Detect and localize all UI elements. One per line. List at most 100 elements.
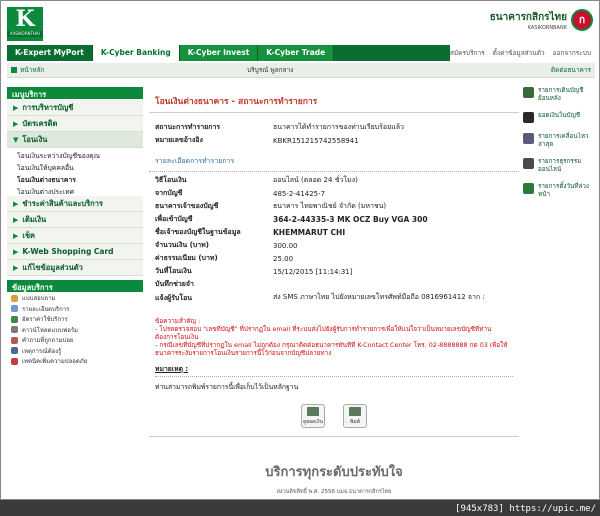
sidebar-item-label: K-Web Shopping Card <box>22 247 114 256</box>
sidebar-item-0[interactable]: ▶ การบริหารบัญชี <box>7 100 143 116</box>
bank-brand: ธนาคารกสิกรไทย KASIKORNBANK ก <box>490 9 593 31</box>
row-label: สถานะการทำรายการ <box>155 123 221 131</box>
sub-bar: หน้าหลัก บริบูรณ์ พูลกลาง ติดต่อธนาคาร <box>7 63 595 78</box>
top-link-0[interactable]: สมัครบริการ <box>450 48 485 58</box>
arrow-icon: ▶ <box>13 263 19 272</box>
row-value: ธนาคาร ไทยพาณิชย์ จำกัด (มหาชน) <box>273 202 387 210</box>
view-balance-button[interactable]: ดูยอดเงิน <box>301 404 325 428</box>
help-icon <box>11 336 18 344</box>
kasikorn-logo[interactable]: K KASIKORNTHAI <box>7 7 43 41</box>
arrow-icon: ▶ <box>13 103 19 112</box>
row-label: ธนาคารเจ้าของบัญชี <box>155 202 219 210</box>
row-label: บันทึกช่วยจำ <box>155 280 194 288</box>
row-label: เพื่อเข้าบัญชี <box>155 215 193 223</box>
notify-row: แจ้งผู้รับโอน ส่ง SMS ภาษาไทย ไปยังหมายเ… <box>155 293 485 302</box>
detail-row-7: วันที่โอนเงิน 15/12/2015 [11:14:31] <box>149 265 519 278</box>
sidebar-item-label: เช็ค <box>22 230 36 240</box>
bank-seal-icon: ก <box>571 9 593 31</box>
detail-row-5: จำนวนเงิน (บาท) 300.00 <box>149 239 519 252</box>
sidebar-subitem-1[interactable]: โอนเงินให้บุคคลอื่น <box>7 160 143 172</box>
sidebar-item-b4[interactable]: ▶ แก้ไขข้อมูลส่วนตัว <box>7 260 143 276</box>
home-link[interactable]: หน้าหลัก <box>11 65 45 75</box>
bank-name-thai: ธนาคารกสิกรไทย <box>489 11 567 23</box>
section-title: รายละเอียดการทำรายการ <box>149 147 519 172</box>
quick-link-0[interactable]: รายการเดินบัญชีย้อนหลัง <box>523 87 593 102</box>
tab-1[interactable]: K-Cyber Banking <box>92 45 180 61</box>
row-label: หมายเลขอ้างอิง <box>155 136 203 144</box>
printer-icon <box>349 407 361 416</box>
bank-name-english: KASIKORNBANK <box>527 24 567 31</box>
sidebar-item-b1[interactable]: ▶ เติมเงิน <box>7 212 143 228</box>
help-item-6[interactable]: เทคนิคเพิ่มความปลอดภัย <box>7 356 143 367</box>
quick-link-icon <box>523 158 534 169</box>
row-value: KBKR151215742558941 <box>273 136 359 145</box>
sidebar-subitem-3[interactable]: โอนเงินต่างประเทศ <box>7 184 143 196</box>
top-header: K KASIKORNTHAI ธนาคารกสิกรไทย KASIKORNBA… <box>7 7 595 45</box>
sidebar-item-1[interactable]: ▶ บัตรเครดิต <box>7 116 143 132</box>
page-title: โอนเงินต่างธนาคาร - สถานะการทำรายการ <box>149 87 519 113</box>
status-row-0: สถานะการทำรายการ ธนาคารได้ทำรายการของท่าน… <box>149 121 519 134</box>
status-row-1: หมายเลขอ้างอิง KBKR151215742558941 <box>149 134 519 147</box>
detail-row-2: ธนาคารเจ้าของบัญชี ธนาคาร ไทยพาณิชย์ จำกั… <box>149 200 519 213</box>
sidebar-subitem-0[interactable]: โอนเงินระหว่างบัญชีของคุณ <box>7 148 143 160</box>
quick-link-label: รายการเคลื่อนไหวล่าสุด <box>538 133 589 148</box>
help-icon <box>11 315 18 323</box>
sidebar-item-b2[interactable]: ▶ เช็ค <box>7 228 143 244</box>
row-value: 15/12/2015 [11:14:31] <box>273 267 353 276</box>
important-notice: ข้อความสำคัญ : - โปรดตรวจสอบ "เลขที่บัญช… <box>155 317 508 357</box>
help-label: ดาวน์โหลดแบบฟอร์ม <box>22 326 79 334</box>
help-icon <box>11 347 18 355</box>
arrow-icon: ▼ <box>13 135 19 144</box>
row-label: จำนวนเงิน (บาท) <box>155 241 209 249</box>
quick-link-2[interactable]: รายการเคลื่อนไหวล่าสุด <box>523 133 593 148</box>
page-frame: K KASIKORNTHAI ธนาคารกสิกรไทย KASIKORNBA… <box>0 0 600 500</box>
quick-link-label: รายการธุรกรรมออนไลน์ <box>538 158 582 173</box>
tab-2[interactable]: K-Cyber Invest <box>179 45 259 61</box>
sidebar-item-b0[interactable]: ▶ ชำระค่าสินค้าและบริการ <box>7 196 143 212</box>
print-button[interactable]: พิมพ์ <box>343 404 367 428</box>
top-link-2[interactable]: ออกจากระบบ <box>553 48 591 58</box>
tab-0[interactable]: K-Expert MyPort <box>7 45 93 61</box>
top-links: สมัครบริการ ตั้งค่าข้อมูลส่วนตัว ออกจากระบ… <box>449 45 595 61</box>
help-item-2[interactable]: อัตราค่าใช้บริการ <box>7 314 143 325</box>
help-item-3[interactable]: ดาวน์โหลดแบบฟอร์ม <box>7 325 143 336</box>
help-label: คำถามที่ถูกถามบ่อย <box>22 337 74 345</box>
sidebar-item-2[interactable]: ▼ โอนเงิน <box>7 132 143 148</box>
help-label: อัตราค่าใช้บริการ <box>22 316 68 324</box>
help-item-5[interactable]: เหตุการณ์ต้องรู้ <box>7 346 143 357</box>
quick-link-3[interactable]: รายการธุรกรรมออนไลน์ <box>523 158 593 173</box>
quick-link-4[interactable]: รายการตั้งวันที่ล่วงหน้า <box>523 183 593 198</box>
arrow-icon: ▶ <box>13 231 19 240</box>
row-label: จากบัญชี <box>155 189 183 197</box>
quick-link-label: รายการเดินบัญชีย้อนหลัง <box>538 87 584 102</box>
slogan: บริการทุกระดับประทับใจ <box>265 465 403 480</box>
top-link-1[interactable]: ตั้งค่าข้อมูลส่วนตัว <box>493 48 545 58</box>
row-label: ค่าธรรมเนียม (บาท) <box>155 254 218 262</box>
row-value: ออนไลน์ (ตลอด 24 ชั่วโมง) <box>273 176 358 184</box>
help-item-4[interactable]: คำถามที่ถูกถามบ่อย <box>7 335 143 346</box>
detail-row-0: วิธีโอนเงิน ออนไลน์ (ตลอด 24 ชั่วโมง) <box>149 174 519 187</box>
footer: บริการทุกระดับประทับใจ สงวนลิขสิทธิ์ พ.ศ… <box>149 461 519 496</box>
menu-title: เมนูบริการ <box>7 87 143 99</box>
help-item-1[interactable]: รายละเอียดบริการ <box>7 304 143 315</box>
row-value: KHEMMARUT CHI <box>273 228 346 237</box>
help-icon <box>11 357 18 365</box>
watermark: [945x783] https://upic.me/ <box>455 504 596 514</box>
main-content: โอนเงินต่างธนาคาร - สถานะการทำรายการ สถา… <box>149 87 519 437</box>
tab-3[interactable]: K-Cyber Trade <box>258 45 335 61</box>
sidebar-item-label: โอนเงิน <box>22 134 48 144</box>
sidebar-item-b3[interactable]: ▶ K-Web Shopping Card <box>7 244 143 260</box>
quick-link-icon <box>523 87 534 98</box>
contact-bank-link[interactable]: ติดต่อธนาคาร <box>551 65 591 75</box>
detail-row-3: เพื่อเข้าบัญชี 364-2-44335-3 MK OCZ Buy V… <box>149 213 519 226</box>
arrow-icon: ▶ <box>13 199 19 208</box>
row-label: วันที่โอนเงิน <box>155 267 192 275</box>
row-value: 485-2-41425-7 <box>273 189 326 198</box>
quick-link-1[interactable]: ยอดเงินในบัญชี <box>523 112 593 123</box>
help-item-0[interactable]: แบบสอบถาม <box>7 293 143 304</box>
quick-link-icon <box>523 133 534 144</box>
user-name: บริบูรณ์ พูลกลาง <box>247 66 294 74</box>
sidebar-subitem-2[interactable]: โอนเงินต่างธนาคาร <box>7 172 143 184</box>
arrow-icon: ▶ <box>13 119 19 128</box>
row-value: ธนาคารได้ทำรายการของท่านเรียบร้อยแล้ว <box>273 123 404 131</box>
